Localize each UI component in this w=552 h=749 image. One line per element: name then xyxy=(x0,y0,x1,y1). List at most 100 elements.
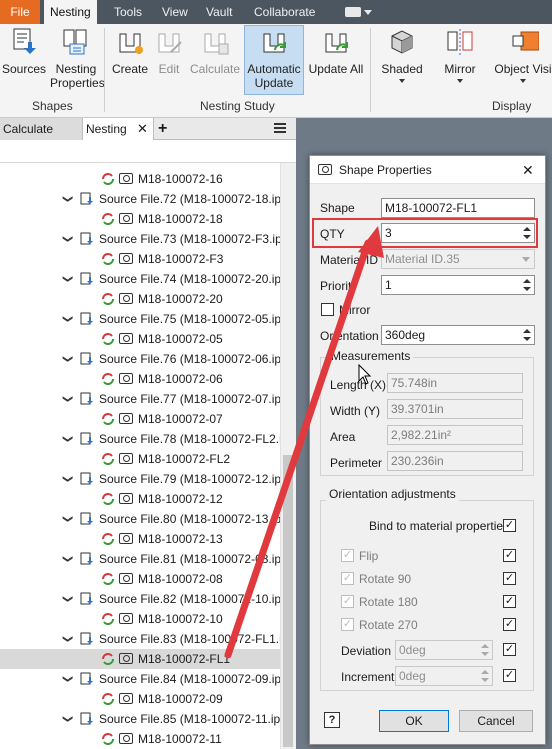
tree-shape-row[interactable]: M18-100072-06 xyxy=(0,369,280,389)
chevron-down-icon[interactable]: ❯ xyxy=(57,555,77,563)
flip-bind-checkbox[interactable]: ✓ xyxy=(503,549,516,562)
tree-source-file-row[interactable]: ❯ Source File.75 (M18-100072-05.ipt) xyxy=(0,309,280,329)
tree-source-file-row[interactable]: ❯ Source File.85 (M18-100072-11.ipt) xyxy=(0,709,280,729)
chevron-down-icon[interactable]: ❯ xyxy=(57,475,77,483)
tree-source-file-row[interactable]: ❯ Source File.72 (M18-100072-18.ipt) xyxy=(0,189,280,209)
increment-spinner[interactable] xyxy=(479,668,491,684)
bind-material-checkbox[interactable]: ✓ xyxy=(503,519,516,532)
chevron-down-icon[interactable]: ❯ xyxy=(57,395,77,403)
tree-source-file-row[interactable]: ❯ Source File.76 (M18-100072-06.ipt) xyxy=(0,349,280,369)
chevron-down-icon[interactable]: ❯ xyxy=(57,275,77,283)
tree-shape-row[interactable]: M18-100072-20 xyxy=(0,289,280,309)
tree-shape-row[interactable]: M18-100072-07 xyxy=(0,409,280,429)
chevron-down-icon[interactable]: ❯ xyxy=(57,675,77,683)
menu-file[interactable]: File xyxy=(0,0,40,24)
cancel-button[interactable]: Cancel xyxy=(459,710,533,732)
deviation-field[interactable]: 0deg xyxy=(395,640,493,660)
quick-access-icon[interactable] xyxy=(345,7,361,17)
increment-bind-checkbox[interactable]: ✓ xyxy=(503,669,516,682)
orientation-field[interactable]: 360deg xyxy=(381,325,535,345)
chevron-down-icon[interactable]: ❯ xyxy=(57,515,77,523)
update-arrows-icon xyxy=(102,413,114,425)
rotate-180-checkbox[interactable]: ✓ xyxy=(341,595,354,608)
automatic-update-button[interactable]: Automatic Update xyxy=(244,25,304,95)
chevron-down-icon[interactable] xyxy=(364,10,372,15)
tree-source-file-row[interactable]: ❯ Source File.80 (M18-100072-13.ipt) xyxy=(0,509,280,529)
tree-source-file-row[interactable]: ❯ Source File.83 (M18-100072-FL1.ipt) xyxy=(0,629,280,649)
chevron-down-icon[interactable]: ❯ xyxy=(57,635,77,643)
tree-scrollbar-thumb[interactable] xyxy=(283,455,293,747)
tree-source-file-row[interactable]: ❯ Source File.79 (M18-100072-12.ipt) xyxy=(0,469,280,489)
mirror-button[interactable]: Mirror xyxy=(436,26,484,83)
tree-shape-row[interactable]: M18-100072-FL1 xyxy=(0,649,280,669)
chevron-down-icon[interactable]: ❯ xyxy=(57,595,77,603)
tree-shape-row[interactable]: M18-100072-FL2 xyxy=(0,449,280,469)
update-all-button[interactable]: Update All xyxy=(306,26,366,76)
create-button[interactable]: Create xyxy=(110,26,150,76)
hamburger-menu-icon[interactable] xyxy=(274,123,286,133)
chevron-down-icon[interactable] xyxy=(457,79,463,83)
update-arrows-icon xyxy=(102,293,114,305)
chevron-down-icon[interactable]: ❯ xyxy=(57,355,77,363)
add-tab-icon[interactable]: + xyxy=(158,118,167,140)
edit-button[interactable]: Edit xyxy=(152,26,186,76)
tree-shape-row[interactable]: M18-100072-09 xyxy=(0,689,280,709)
tree-shape-row[interactable]: M18-100072-18 xyxy=(0,209,280,229)
priority-spinner[interactable] xyxy=(521,277,533,293)
chevron-down-icon[interactable]: ❯ xyxy=(57,315,77,323)
tree-shape-row[interactable]: M18-100072-F3 xyxy=(0,249,280,269)
tree-shape-row[interactable]: M18-100072-12 xyxy=(0,489,280,509)
ok-button[interactable]: OK xyxy=(379,710,449,732)
calculate-button[interactable]: Calculate xyxy=(188,26,242,76)
menu-nesting[interactable]: Nesting xyxy=(44,0,97,24)
increment-field[interactable]: 0deg xyxy=(395,666,493,686)
help-button[interactable]: ? xyxy=(324,712,340,728)
tab-close-icon[interactable]: ✕ xyxy=(137,118,148,140)
tree-source-file-row[interactable]: ❯ Source File.82 (M18-100072-10.ipt) xyxy=(0,589,280,609)
chevron-down-icon[interactable] xyxy=(399,79,405,83)
rotate-90-checkbox[interactable]: ✓ xyxy=(341,572,354,585)
object-visibility-button[interactable]: Object Visi xyxy=(494,26,552,83)
deviation-bind-checkbox[interactable]: ✓ xyxy=(503,643,516,656)
deviation-spinner[interactable] xyxy=(479,642,491,658)
ribbon-separator xyxy=(104,28,105,112)
chevron-down-icon[interactable]: ❯ xyxy=(57,435,77,443)
tree-source-file-row[interactable]: ❯ Source File.77 (M18-100072-07.ipt) xyxy=(0,389,280,409)
chevron-down-icon[interactable]: ❯ xyxy=(57,195,77,203)
tree-source-file-row[interactable]: ❯ Source File.78 (M18-100072-FL2.ipt) xyxy=(0,429,280,449)
close-icon[interactable]: ✕ xyxy=(522,156,534,184)
tree-source-file-row[interactable]: ❯ Source File.73 (M18-100072-F3.ipt) xyxy=(0,229,280,249)
source-file-icon xyxy=(80,312,93,325)
tree-shape-row[interactable]: M18-100072-11 xyxy=(0,729,280,749)
orientation-label: Orientation xyxy=(320,329,379,343)
tree-shape-row[interactable]: M18-100072-13 xyxy=(0,529,280,549)
sources-button[interactable]: Sources xyxy=(2,26,46,76)
menu-tools[interactable]: Tools xyxy=(108,0,148,24)
shaded-button[interactable]: Shaded xyxy=(376,26,428,83)
rotate-180-bind-checkbox[interactable]: ✓ xyxy=(503,595,516,608)
flip-checkbox[interactable]: ✓ xyxy=(341,549,354,562)
chevron-down-icon[interactable]: ❯ xyxy=(57,235,77,243)
shape-name-field[interactable]: M18-100072-FL1 xyxy=(381,198,535,218)
tree-shape-row[interactable]: M18-100072-08 xyxy=(0,569,280,589)
chevron-down-icon[interactable] xyxy=(520,79,526,83)
menu-view[interactable]: View xyxy=(156,0,194,24)
priority-field[interactable]: 1 xyxy=(381,275,535,295)
tree-shape-row[interactable]: M18-100072-05 xyxy=(0,329,280,349)
nesting-properties-button[interactable]: Nesting Properties xyxy=(50,26,105,90)
tree-shape-row[interactable]: M18-100072-10 xyxy=(0,609,280,629)
tree-source-file-row[interactable]: ❯ Source File.74 (M18-100072-20.ipt) xyxy=(0,269,280,289)
tree-shape-row[interactable]: M18-100072-16 xyxy=(0,169,280,189)
tree-source-file-row[interactable]: ❯ Source File.84 (M18-100072-09.ipt) xyxy=(0,669,280,689)
tree-source-file-row[interactable]: ❯ Source File.81 (M18-100072-08.ipt) xyxy=(0,549,280,569)
menu-collaborate[interactable]: Collaborate xyxy=(248,0,321,24)
menu-vault[interactable]: Vault xyxy=(200,0,238,24)
chevron-down-icon[interactable]: ❯ xyxy=(57,715,77,723)
mirror-checkbox[interactable] xyxy=(321,303,334,316)
rotate-90-bind-checkbox[interactable]: ✓ xyxy=(503,572,516,585)
tab-calculate-nest[interactable]: Calculate Nest xyxy=(0,118,82,158)
rotate-270-bind-checkbox[interactable]: ✓ xyxy=(503,618,516,631)
rotate-270-checkbox[interactable]: ✓ xyxy=(341,618,354,631)
orientation-spinner[interactable] xyxy=(521,327,533,343)
material-id-select[interactable]: Material ID.35 xyxy=(381,249,535,269)
